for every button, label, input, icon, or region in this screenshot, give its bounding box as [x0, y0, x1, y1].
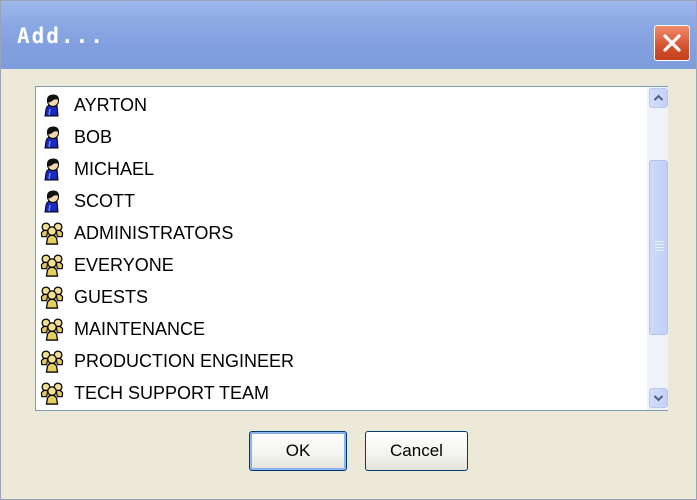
list-item-ayrton[interactable]: AYRTON: [40, 89, 147, 121]
list-item-label: MAINTENANCE: [74, 318, 206, 339]
user-icon: [40, 92, 64, 118]
ok-button[interactable]: OK: [249, 431, 347, 471]
list-item-scott[interactable]: SCOTT: [40, 185, 135, 217]
close-button[interactable]: [654, 25, 690, 61]
list-item-maintenance[interactable]: MAINTENANCE: [40, 313, 205, 345]
group-icon: [40, 220, 64, 246]
group-icon: [40, 316, 64, 342]
dialog-title: Add...: [17, 24, 105, 48]
thumb-grip: [655, 241, 664, 242]
list-item-label: ADMINISTRATORS: [74, 222, 234, 243]
group-icon: [40, 380, 64, 406]
scroll-down-button[interactable]: [649, 388, 668, 408]
group-icon: [40, 348, 64, 374]
list-item-tech-support-team[interactable]: TECH SUPPORT TEAM: [40, 377, 269, 409]
list-items: AYRTON BOB MICHAEL SCOTT ADMINISTRATORS …: [36, 87, 647, 410]
list-item-guests[interactable]: GUESTS: [40, 281, 148, 313]
list-item-label: GUESTS: [74, 286, 149, 307]
scroll-up-button[interactable]: [649, 88, 668, 108]
list-item-label: PRODUCTION ENGINEER: [74, 350, 295, 371]
add-dialog: Add... AYRTON BOB MICHAEL SCOTT ADMINIST…: [0, 0, 697, 500]
chevron-up-icon: [653, 94, 664, 101]
list-item-everyone[interactable]: EVERYONE: [40, 249, 174, 281]
user-icon: [40, 188, 64, 214]
scroll-thumb[interactable]: [649, 160, 668, 335]
chevron-down-icon: [653, 395, 664, 402]
cancel-button[interactable]: Cancel: [365, 431, 468, 471]
list-item-label: SCOTT: [74, 190, 135, 211]
list-item-label: BOB: [74, 126, 113, 147]
thumb-grip: [655, 250, 664, 251]
title-bar[interactable]: Add...: [1, 1, 696, 69]
thumb-grip: [655, 247, 664, 248]
list-item-production-engineer[interactable]: PRODUCTION ENGINEER: [40, 345, 294, 377]
user-icon: [40, 124, 64, 150]
group-icon: [40, 284, 64, 310]
principal-list[interactable]: AYRTON BOB MICHAEL SCOTT ADMINISTRATORS …: [35, 86, 668, 411]
group-icon: [40, 252, 64, 278]
user-icon: [40, 156, 64, 182]
list-item-label: TECH SUPPORT TEAM: [74, 382, 270, 403]
list-item-administrators[interactable]: ADMINISTRATORS: [40, 217, 233, 249]
list-item-label: MICHAEL: [74, 158, 155, 179]
list-item-bob[interactable]: BOB: [40, 121, 112, 153]
list-item-label: EVERYONE: [74, 254, 174, 275]
list-item-michael[interactable]: MICHAEL: [40, 153, 154, 185]
close-icon: [663, 34, 681, 52]
thumb-grip: [655, 244, 664, 245]
vertical-scrollbar[interactable]: [647, 87, 668, 410]
list-item-label: AYRTON: [74, 94, 148, 115]
